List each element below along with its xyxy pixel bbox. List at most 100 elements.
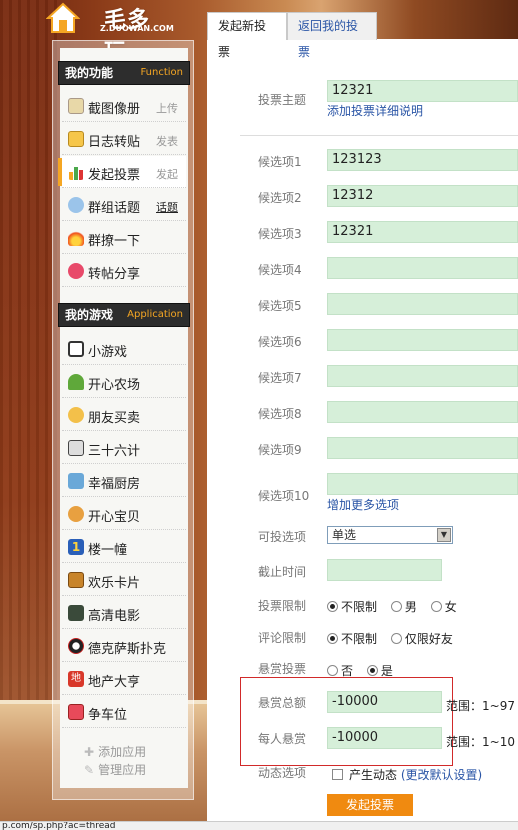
subject-input[interactable]: 12321 [327,80,518,102]
deadline-label: 截止时间 [258,565,307,579]
status-bar: p.com/sp.php?ac=thread [0,821,518,830]
reward-total-range: 范围：1~97 [446,699,515,713]
sidebar-item-poke[interactable]: 群撩一下 [62,222,186,254]
radio-icon[interactable] [390,633,402,644]
reward-option-label: 是 [380,664,393,678]
upload-action[interactable]: 上传 [156,100,178,116]
option-input-6[interactable] [327,329,518,351]
sidebar-item-kitchen[interactable]: 幸福厨房 [62,465,186,497]
poll-chart-icon [69,167,83,180]
reward-per-input[interactable]: -10000 [327,727,442,749]
baby-icon [68,506,84,522]
dynamic-label: 动态选项 [258,766,307,780]
submit-poll-button[interactable]: 发起投票 [327,794,413,816]
option-label-9: 候选项9 [258,443,302,457]
blog-icon [68,131,84,147]
sidebar-item-label: 地产大亨 [88,675,141,690]
comment-radio-group: 不限制 仅限好友 [327,630,463,647]
sidebar-item-photo-album[interactable]: 截图像册 上传 [62,90,186,122]
sidebar-item-label: 争车位 [88,708,128,723]
reward-label: 悬赏投票 [258,662,307,676]
radio-icon[interactable] [327,665,338,676]
sidebar-item-friends-trade[interactable]: 朋友买卖 [62,399,186,431]
site-logo[interactable]: 毛多玩 Z.DUOWAN.COM [46,2,174,65]
option-input-5[interactable] [327,293,518,315]
house-logo-icon [46,2,80,33]
choice-select[interactable]: 单选 ▼ [327,526,453,544]
dynamic-text: 产生动态 [349,768,398,782]
topic-action[interactable]: 话题 [156,199,178,215]
radio-icon[interactable] [430,601,442,612]
poker-icon [68,638,84,654]
sidebar-item-farm[interactable]: 开心农场 [62,366,186,398]
radio-checked-icon[interactable] [366,665,378,676]
sidebar-item-36[interactable]: 三十六计 [62,432,186,464]
option-input-9[interactable] [327,437,518,459]
reward-total-input[interactable]: -10000 [327,691,442,713]
comment-label: 评论限制 [258,631,307,645]
sidebar-item-movies[interactable]: 高清电影 [62,597,186,629]
limit-option-male[interactable]: 男 [390,600,417,614]
estate-icon: 地 [68,671,84,687]
dynamic-row: 产生动态 (更改默认设置) [332,766,482,783]
option-label-10: 候选项10 [258,489,310,503]
radio-checked-icon[interactable] [327,601,338,612]
sidebar-item-minigame[interactable]: 小游戏 [62,333,186,365]
sprout-icon [68,374,84,390]
reward-option-yes[interactable]: 是 [366,664,393,678]
games-title: 我的游戏 [65,308,114,322]
limit-option-female[interactable]: 女 [430,600,457,614]
sidebar-item-label: 楼一幢 [88,543,128,558]
option-label-6: 候选项6 [258,335,302,349]
limit-option-label: 男 [404,600,417,614]
option-input-2[interactable]: 12312 [327,185,518,207]
option-input-1[interactable]: 123123 [327,149,518,171]
sidebar-item-label: 小游戏 [88,345,128,360]
reward-option-no[interactable]: 否 [327,664,353,678]
sidebar-item-parking[interactable]: 争车位 [62,696,186,728]
reward-per-label: 每人悬赏 [258,732,307,746]
dynamic-checkbox[interactable] [332,769,343,780]
number-one-icon: 1 [68,539,84,555]
limit-option-label: 不限制 [341,600,378,614]
option-input-8[interactable] [327,401,518,423]
sidebar-item-baby[interactable]: 开心宝贝 [62,498,186,530]
reward-option-label: 否 [341,664,354,678]
sidebar-item-poll[interactable]: 发起投票 发起 [58,156,186,188]
option-input-7[interactable] [327,365,518,387]
friends-icon [68,407,84,423]
sidebar-item-cards[interactable]: 欢乐卡片 [62,564,186,596]
sidebar-item-label: 三十六计 [88,444,141,459]
sidebar-item-blog[interactable]: 日志转贴 发表 [62,123,186,155]
sidebar-item-label: 开心农场 [88,378,141,393]
photo-album-icon [68,98,84,114]
tab-my-polls[interactable]: 返回我的投票 [287,12,377,59]
limit-label: 投票限制 [258,599,307,613]
option-input-3[interactable]: 12321 [327,221,518,243]
manage-app-label: 管理应用 [98,763,147,777]
sidebar-item-share[interactable]: 转帖分享 [62,255,186,287]
comment-option-unlimited[interactable]: 不限制 [327,632,377,646]
games-header: 我的游戏 Application [58,303,190,327]
comment-option-friends[interactable]: 仅限好友 [390,632,453,646]
start-action[interactable]: 发起 [156,166,178,182]
add-app-link[interactable]: ✚ 添加应用 [84,743,146,760]
sidebar-item-estate[interactable]: 地 地产大亨 [62,663,186,695]
tab-new-poll[interactable]: 发起新投票 [207,12,287,59]
manage-app-link[interactable]: ✎ 管理应用 [84,761,146,778]
fire-icon [68,230,84,246]
limit-option-unlimited[interactable]: 不限制 [327,600,377,614]
add-detail-link[interactable]: 添加投票详细说明 [327,102,423,119]
sidebar-item-building[interactable]: 1 楼一幢 [62,531,186,563]
change-default-link[interactable]: (更改默认设置) [401,768,482,782]
deadline-input[interactable] [327,559,442,581]
chevron-down-icon[interactable]: ▼ [437,528,451,542]
radio-checked-icon[interactable] [327,633,338,644]
sidebar-item-poker[interactable]: 德克萨斯扑克 [62,630,186,662]
add-more-options-link[interactable]: 增加更多选项 [327,496,399,513]
option-input-10[interactable] [327,473,518,495]
option-input-4[interactable] [327,257,518,279]
radio-icon[interactable] [390,601,402,612]
sidebar-item-group[interactable]: 群组话题 话题 [62,189,186,221]
publish-action[interactable]: 发表 [156,133,178,149]
